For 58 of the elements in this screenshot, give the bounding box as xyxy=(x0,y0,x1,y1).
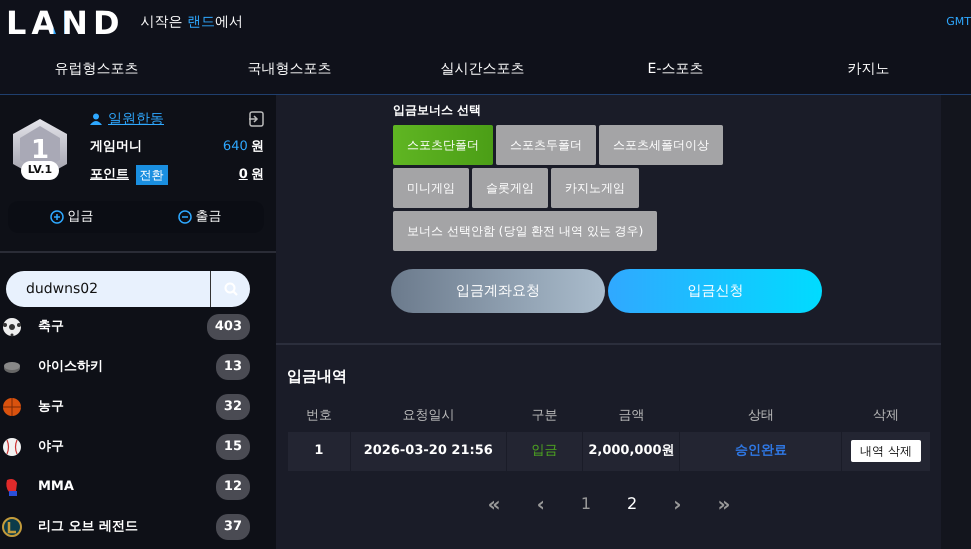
sport-menu-item[interactable]: 아이스하키 13 xyxy=(0,347,276,387)
currency-unit: 원 xyxy=(251,138,264,156)
nav-link[interactable]: 카지노 xyxy=(772,59,965,80)
section-label: 입금보너스 선택 xyxy=(393,102,482,119)
delete-button[interactable]: 내역 삭제 xyxy=(851,440,921,462)
count-badge: 32 xyxy=(216,394,250,420)
sport-menu-item[interactable]: 농구 32 xyxy=(0,387,276,427)
sport-menu-item[interactable]: MMA 12 xyxy=(0,467,276,507)
count-badge: 15 xyxy=(216,434,250,460)
sport-menu-item[interactable]: 리그 오브 레전드 37 xyxy=(0,507,276,547)
withdraw-button[interactable]: 출금 xyxy=(172,206,228,228)
timezone-label: GMT xyxy=(946,14,971,30)
baseball-icon xyxy=(2,437,22,457)
basketball-icon xyxy=(2,397,22,417)
logout-icon[interactable] xyxy=(248,111,264,127)
column-header: 상태 xyxy=(746,406,775,425)
column-header: 요청일시 xyxy=(401,406,456,425)
level-label: LV.1 xyxy=(20,161,60,180)
search-field[interactable]: dudwns02 xyxy=(6,271,210,307)
count-badge: 13 xyxy=(216,354,250,380)
points-link[interactable]: 포인트 xyxy=(90,165,129,185)
minus-circle-icon xyxy=(178,210,192,224)
table-cell: 승인완료 xyxy=(680,432,842,470)
sport-menu-item[interactable]: 야구 15 xyxy=(0,427,276,467)
deposit-button[interactable]: 입금 xyxy=(44,206,100,228)
column-header: 번호 xyxy=(304,406,333,425)
nav-link[interactable]: E-스포츠 xyxy=(579,59,772,80)
game-money-value: 640 xyxy=(222,138,248,156)
points-value: 0 xyxy=(238,166,248,184)
soccer-ball-icon xyxy=(2,317,22,337)
column-header: 삭제 xyxy=(872,406,900,425)
previous-page-button[interactable]: ‹ xyxy=(530,488,551,520)
search-button[interactable] xyxy=(210,271,250,307)
nav-link[interactable]: 국내형스포츠 xyxy=(193,59,386,80)
sport-menu-item[interactable]: 축구 403 xyxy=(0,307,276,347)
count-badge: 403 xyxy=(206,314,250,340)
username-link[interactable]: 일원한동 xyxy=(108,108,164,130)
currency-unit: 원 xyxy=(251,166,264,184)
column-header: 금액 xyxy=(617,406,646,425)
plus-circle-icon xyxy=(50,210,64,224)
next-page-button[interactable]: › xyxy=(667,488,688,520)
nav-link[interactable]: 유럽형스포츠 xyxy=(0,59,193,80)
nav-link[interactable]: 실시간스포츠 xyxy=(386,59,579,80)
section-title: 입금내역 xyxy=(287,366,348,387)
first-page-button[interactable]: « xyxy=(482,488,507,520)
last-page-button[interactable]: » xyxy=(711,488,736,520)
count-badge: 37 xyxy=(216,514,250,540)
table-cell: 2026-03-20 21:56 xyxy=(350,432,506,470)
table-cell: 1 xyxy=(288,432,350,470)
tagline: 시작은 랜드에서 xyxy=(140,13,243,32)
count-badge: 12 xyxy=(216,474,250,500)
table-cell: 입금 xyxy=(506,432,582,470)
column-header: 구분 xyxy=(530,406,559,425)
game-money-label: 게임머니 xyxy=(90,138,142,156)
user-icon xyxy=(90,113,102,125)
table-cell: 2,000,000원 xyxy=(583,432,680,470)
page-button[interactable]: 1 xyxy=(574,490,597,516)
page-button[interactable]: 2 xyxy=(621,490,644,516)
